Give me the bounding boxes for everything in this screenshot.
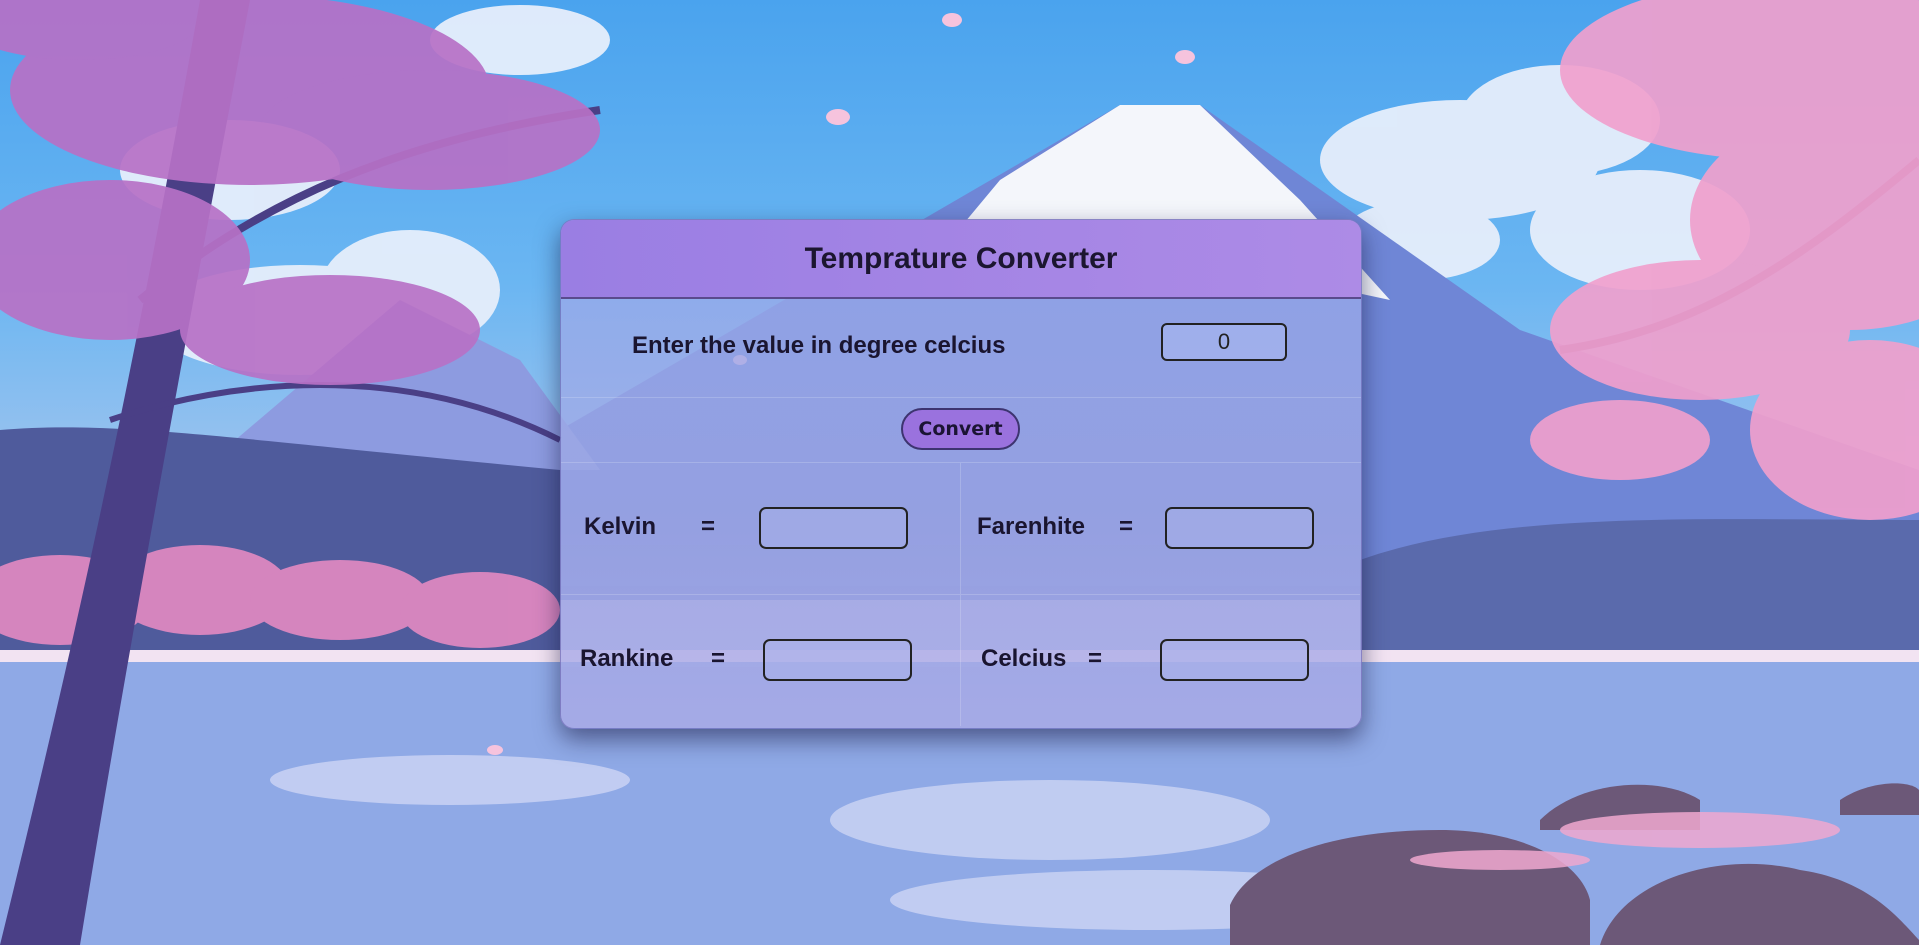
celcius-label: Celcius bbox=[981, 645, 1067, 672]
kelvin-cell: Kelvin = bbox=[561, 463, 961, 595]
card-header: Temprature Converter bbox=[561, 220, 1361, 299]
convert-button[interactable]: Convert bbox=[901, 408, 1020, 450]
celsius-input[interactable] bbox=[1161, 323, 1287, 361]
farenhite-output-field[interactable] bbox=[1165, 507, 1314, 549]
rankine-output-field[interactable] bbox=[763, 639, 912, 681]
rankine-cell: Rankine = bbox=[561, 595, 961, 726]
background-scene: Temprature Converter Enter the value in … bbox=[0, 0, 1919, 945]
farenhite-cell: Farenhite = bbox=[961, 463, 1360, 595]
convert-row: Convert bbox=[561, 398, 1361, 463]
farenhite-equals: = bbox=[1119, 513, 1134, 540]
page-title: Temprature Converter bbox=[804, 241, 1118, 275]
farenhite-label: Farenhite bbox=[977, 513, 1086, 540]
celcius-equals: = bbox=[1088, 645, 1103, 672]
celsius-input-row: Enter the value in degree celcius bbox=[561, 299, 1361, 398]
celcius-cell: Celcius = bbox=[961, 595, 1360, 726]
celcius-output-field[interactable] bbox=[1160, 639, 1309, 681]
rankine-equals: = bbox=[711, 645, 726, 672]
rankine-label: Rankine bbox=[580, 645, 674, 672]
kelvin-output-field[interactable] bbox=[759, 507, 908, 549]
converter-card: Temprature Converter Enter the value in … bbox=[560, 219, 1362, 729]
kelvin-label: Kelvin bbox=[584, 513, 657, 540]
celsius-input-label: Enter the value in degree celcius bbox=[632, 332, 1006, 359]
kelvin-equals: = bbox=[701, 513, 716, 540]
